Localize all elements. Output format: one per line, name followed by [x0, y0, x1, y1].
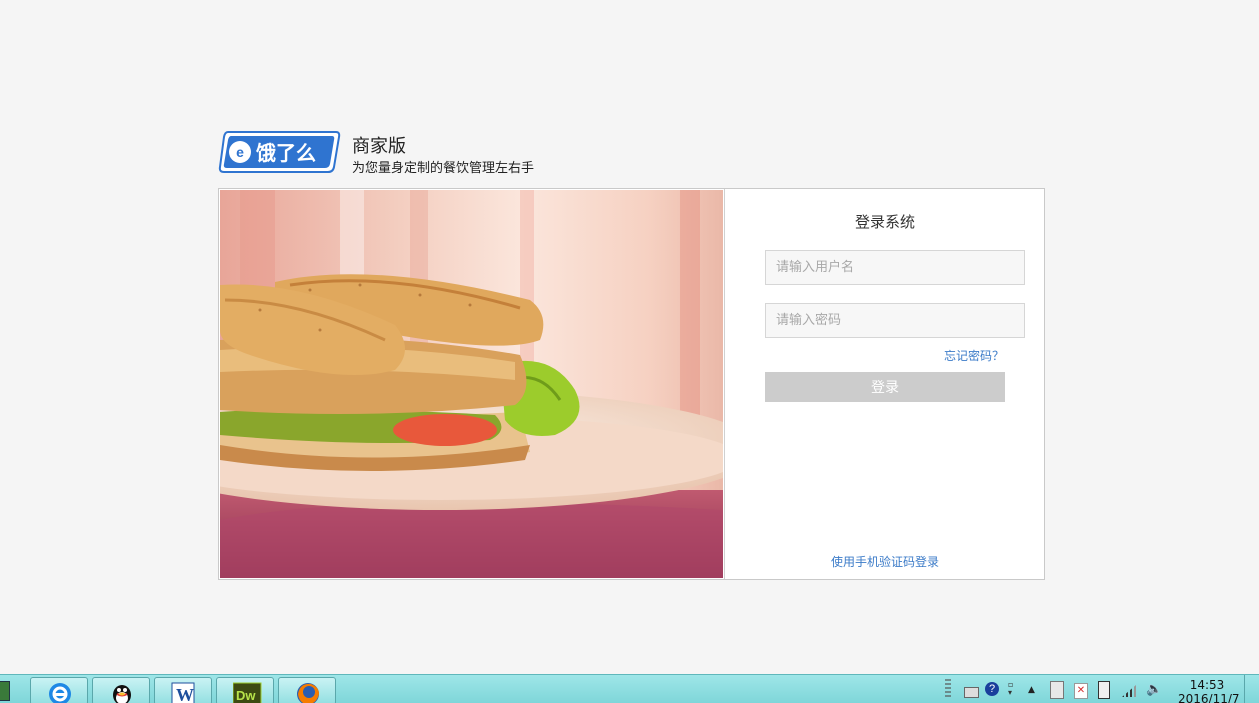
show-desktop-button[interactable]: [1244, 675, 1259, 703]
hero-sandwich-image: [220, 190, 723, 578]
dreamweaver-letters: Dw: [236, 688, 256, 703]
volume-icon[interactable]: 🔈: [1146, 683, 1162, 696]
login-form: 登录系统 忘记密码？ 登录 使用手机验证码登录: [724, 189, 1045, 579]
restore-arrows-icon[interactable]: ▫ ▾: [1008, 681, 1016, 697]
firefox-icon: [297, 683, 319, 703]
tray-grip-icon: [945, 679, 951, 699]
login-button[interactable]: 登录: [765, 372, 1005, 402]
brand-name: 商家版: [352, 136, 406, 157]
flag-user-icon[interactable]: [1050, 681, 1064, 699]
clock-time: 14:53: [1189, 678, 1225, 692]
clock-date: 2016/11/7: [1178, 692, 1240, 703]
username-field-wrap: [765, 250, 1025, 285]
forgot-password-link[interactable]: 忘记密码？: [944, 347, 1004, 364]
signal-bars-icon[interactable]: [1122, 685, 1136, 697]
help-icon[interactable]: ?: [985, 682, 999, 696]
word-letter: W: [176, 685, 194, 703]
password-field-wrap: [765, 303, 1025, 338]
ele-icon: [49, 683, 71, 703]
login-box: 登录系统 忘记密码？ 登录 使用手机验证码登录: [218, 188, 1045, 580]
taskbar-dreamweaver-app[interactable]: Dw: [216, 677, 274, 703]
password-input[interactable]: [776, 304, 1014, 337]
show-desktop-icon[interactable]: [0, 681, 10, 701]
ele-logo: e 饿了么: [218, 131, 341, 173]
power-plug-icon[interactable]: [1098, 681, 1110, 699]
username-input[interactable]: [776, 251, 1014, 284]
dreamweaver-icon: Dw: [233, 682, 262, 703]
taskbar: W Dw ? ▫ ▾ ▲ ✕ 🔈 14:53 2016/11/7: [0, 674, 1259, 703]
keyboard-icon[interactable]: [964, 687, 979, 698]
taskbar-firefox-app[interactable]: [278, 677, 336, 703]
sms-login-link[interactable]: 使用手机验证码登录: [725, 553, 1045, 570]
word-icon: W: [171, 682, 195, 703]
taskbar-word-app[interactable]: W: [154, 677, 212, 703]
taskbar-clock[interactable]: 14:53 2016/11/7: [1178, 678, 1240, 703]
taskbar-ele-app[interactable]: [30, 677, 88, 703]
taskbar-qq-app[interactable]: [92, 677, 150, 703]
network-error-icon[interactable]: ✕: [1074, 683, 1088, 699]
login-title: 登录系统: [854, 213, 915, 231]
show-hidden-icons[interactable]: ▲: [1028, 685, 1041, 698]
brand-slogan: 为您量身定制的餐饮管理左右手: [352, 161, 535, 176]
logo-text: 饿了么: [255, 141, 316, 165]
qq-icon: [113, 685, 131, 703]
svg-text:e: e: [236, 144, 244, 160]
